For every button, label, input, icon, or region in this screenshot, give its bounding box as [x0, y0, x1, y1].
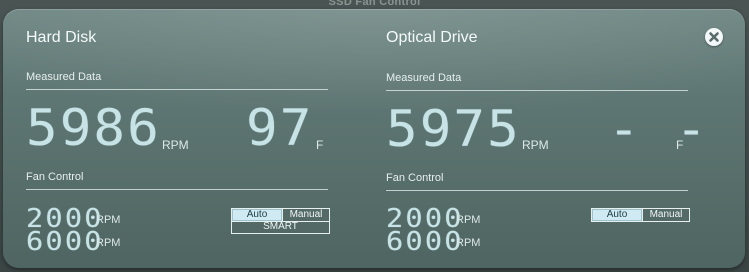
- window-title: SSD Fan Control: [328, 0, 421, 8]
- hard-disk-max-rpm: 6000: [26, 227, 104, 257]
- optical-drive-min-rpm-unit: RPM: [456, 214, 481, 226]
- hard-disk-section: Hard Disk Measured Data 5986 RPM 97 F Fa…: [26, 9, 346, 268]
- hard-disk-rpm-unit: RPM: [162, 138, 189, 152]
- optical-drive-rpm-unit: RPM: [522, 138, 549, 152]
- optical-drive-auto-button[interactable]: Auto: [592, 209, 642, 221]
- optical-drive-manual-button[interactable]: Manual: [642, 209, 689, 221]
- hard-disk-title: Hard Disk: [26, 29, 97, 46]
- optical-drive-mode-toggle: Auto Manual: [591, 208, 690, 222]
- hard-disk-auto-button[interactable]: Auto: [232, 209, 282, 221]
- optical-drive-measured-divider: [386, 90, 688, 91]
- optical-drive-measured-label: Measured Data: [386, 72, 462, 84]
- hard-disk-manual-button[interactable]: Manual: [282, 209, 329, 221]
- optical-drive-section: Optical Drive Measured Data 5975 RPM - -…: [386, 9, 710, 268]
- app-window: SSD Fan Control Hard Disk Measured Data …: [0, 0, 749, 272]
- hard-disk-measured-divider: [26, 89, 328, 90]
- close-icon[interactable]: [705, 28, 723, 46]
- hard-disk-measured-label: Measured Data: [26, 71, 102, 83]
- hard-disk-temp-unit: F: [316, 138, 324, 152]
- optical-drive-fan-control-label: Fan Control: [386, 172, 444, 184]
- optical-drive-temp-unit: F: [676, 138, 684, 152]
- hard-disk-fan-control-divider: [26, 189, 328, 190]
- hard-disk-temp-readout: 97: [246, 99, 314, 157]
- hard-disk-fan-control-label: Fan Control: [26, 171, 84, 183]
- hard-disk-min-rpm-unit: RPM: [96, 214, 121, 226]
- hard-disk-max-rpm-unit: RPM: [96, 237, 121, 249]
- close-glyph: [709, 32, 719, 42]
- hard-disk-smart-button[interactable]: SMART: [231, 221, 330, 234]
- optical-drive-fan-control-divider: [386, 190, 688, 191]
- hard-disk-mode-toggle: Auto Manual: [231, 208, 330, 222]
- optical-drive-title: Optical Drive: [386, 29, 478, 46]
- hard-disk-rpm-readout: 5986: [26, 99, 161, 157]
- optical-drive-rpm-readout: 5975: [386, 100, 521, 158]
- optical-drive-temp-readout: - -: [608, 100, 710, 158]
- optical-drive-max-rpm: 6000: [386, 227, 464, 257]
- fan-control-panel: Hard Disk Measured Data 5986 RPM 97 F Fa…: [3, 9, 745, 268]
- optical-drive-max-rpm-unit: RPM: [456, 237, 481, 249]
